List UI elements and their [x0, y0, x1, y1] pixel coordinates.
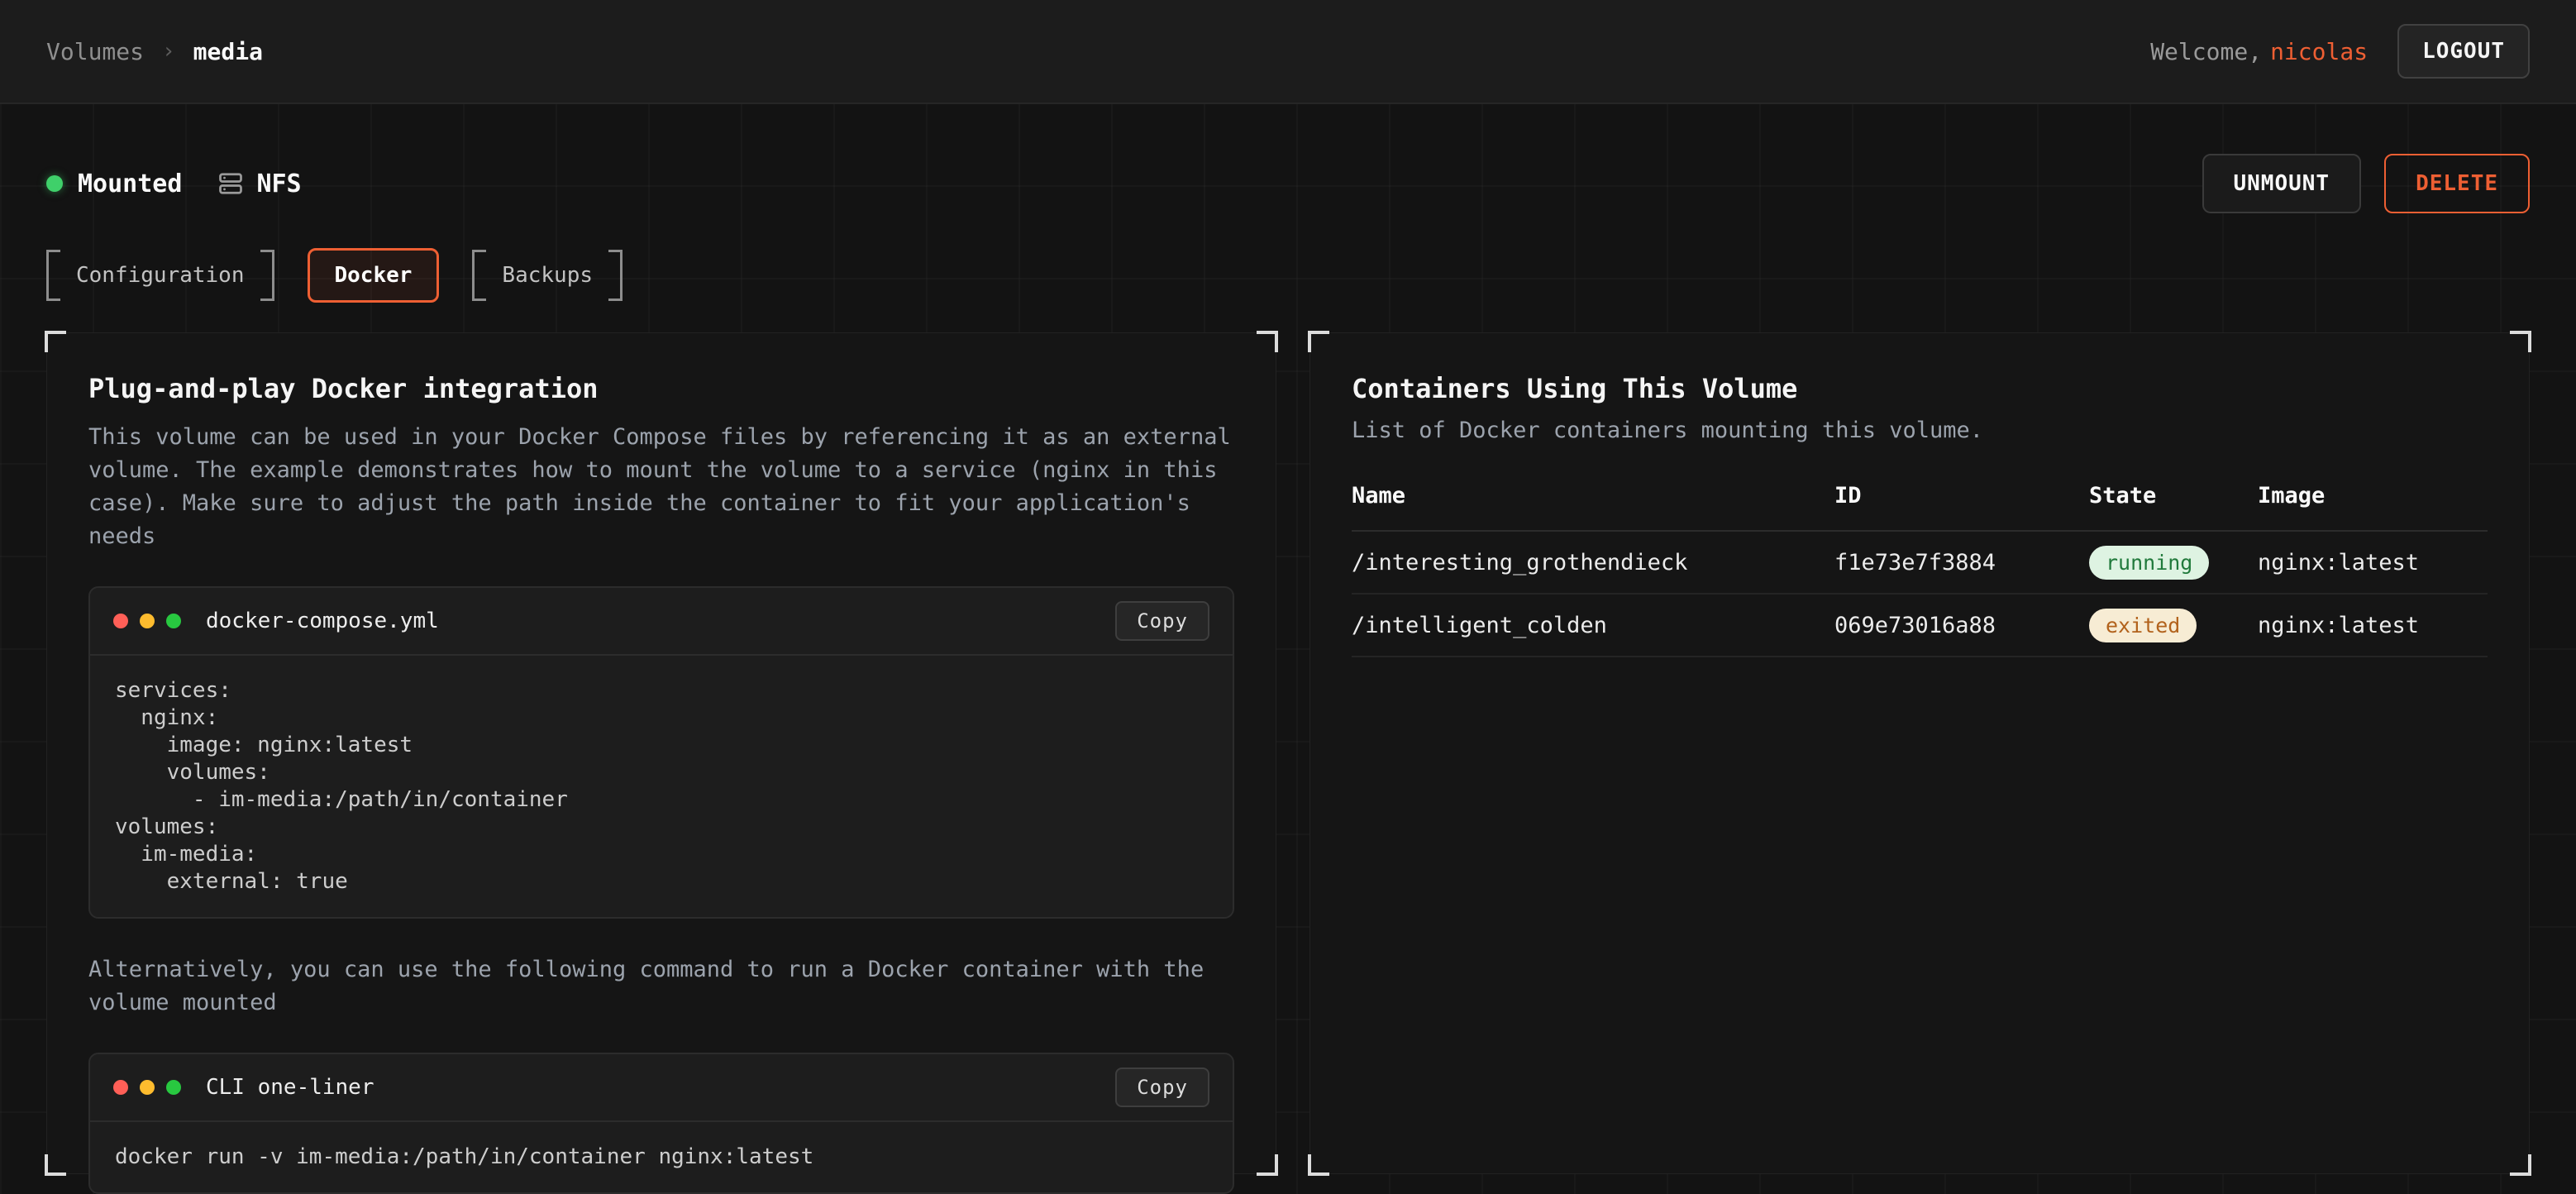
table-row: /interesting_grothendieck f1e73e7f3884 r… [1352, 532, 2488, 595]
window-dot-green-icon [166, 1080, 181, 1095]
compose-filename: docker-compose.yml [206, 609, 439, 633]
compose-copy-button[interactable]: Copy [1115, 601, 1209, 641]
window-dot-red-icon [113, 1080, 128, 1095]
window-dot-red-icon [113, 614, 128, 628]
window-dot-green-icon [166, 614, 181, 628]
nfs-label: NFS [256, 170, 301, 198]
compose-code-block: docker-compose.yml Copy services: nginx:… [88, 586, 1234, 919]
breadcrumb-current: media [193, 38, 263, 65]
docker-panel-description: This volume can be used in your Docker C… [88, 421, 1234, 553]
corner-bracket [2510, 1154, 2531, 1176]
container-id: f1e73e7f3884 [1834, 550, 2089, 576]
cli-code-block: CLI one-liner Copy docker run -v im-medi… [88, 1053, 1234, 1194]
volume-status-row: Mounted NFS UNMOUNT DELETE [46, 154, 2530, 213]
cli-intro-text: Alternatively, you can use the following… [88, 953, 1234, 1020]
docker-integration-panel: Plug-and-play Docker integration This vo… [46, 332, 1276, 1174]
compose-code-header: docker-compose.yml Copy [90, 588, 1233, 656]
column-header-state: State [2089, 483, 2258, 509]
containers-panel-subtitle: List of Docker containers mounting this … [1352, 418, 2488, 443]
container-image: nginx:latest [2258, 550, 2488, 576]
containers-table: Name ID State Image /interesting_grothen… [1352, 483, 2488, 657]
breadcrumb-separator-icon: › [162, 39, 175, 64]
table-row: /intelligent_colden 069e73016a88 exited … [1352, 595, 2488, 657]
container-image: nginx:latest [2258, 613, 2488, 638]
top-bar: Volumes › media Welcome, nicolas LOGOUT [0, 0, 2576, 104]
docker-panel-title: Plug-and-play Docker integration [88, 373, 1234, 404]
cli-code-header: CLI one-liner Copy [90, 1054, 1233, 1122]
compose-code: services: nginx: image: nginx:latest vol… [90, 656, 1233, 917]
volume-type: NFS [218, 170, 301, 198]
column-header-name: Name [1352, 483, 1834, 509]
cli-filename: CLI one-liner [206, 1075, 374, 1100]
tab-configuration[interactable]: Configuration [46, 250, 274, 301]
mounted-label: Mounted [78, 170, 182, 198]
column-header-image: Image [2258, 483, 2488, 509]
volume-status: Mounted NFS [46, 170, 302, 198]
volume-actions: UNMOUNT DELETE [2202, 154, 2531, 213]
containers-panel: Containers Using This Volume List of Doc… [1309, 332, 2530, 1174]
breadcrumb: Volumes › media [46, 38, 263, 65]
mounted-status-dot-icon [46, 175, 63, 192]
header-right: Welcome, nicolas LOGOUT [2150, 24, 2530, 79]
welcome-text: Welcome, nicolas [2150, 38, 2368, 65]
cli-code: docker run -v im-media:/path/in/containe… [90, 1122, 1233, 1192]
server-icon [218, 171, 243, 196]
unmount-button[interactable]: UNMOUNT [2202, 154, 2362, 213]
window-dot-yellow-icon [140, 614, 155, 628]
corner-bracket [1308, 331, 1329, 352]
tab-backups[interactable]: Backups [472, 250, 623, 301]
breadcrumb-volumes-link[interactable]: Volumes [46, 38, 144, 65]
corner-bracket [45, 1154, 66, 1176]
panels: Plug-and-play Docker integration This vo… [46, 332, 2530, 1174]
username: nicolas [2270, 38, 2368, 65]
container-id: 069e73016a88 [1834, 613, 2089, 638]
containers-panel-title: Containers Using This Volume [1352, 373, 2488, 404]
status-badge: running [2089, 546, 2209, 580]
corner-bracket [45, 331, 66, 352]
logout-button[interactable]: LOGOUT [2397, 24, 2530, 79]
corner-bracket [2510, 331, 2531, 352]
delete-button[interactable]: DELETE [2384, 154, 2530, 213]
cli-copy-button[interactable]: Copy [1115, 1067, 1209, 1107]
tab-bar: Configuration Docker Backups [46, 248, 2530, 303]
window-dot-yellow-icon [140, 1080, 155, 1095]
corner-bracket [1257, 1154, 1278, 1176]
column-header-id: ID [1834, 483, 2089, 509]
mounted-status: Mounted [46, 170, 182, 198]
tab-docker[interactable]: Docker [308, 248, 440, 303]
welcome-prefix: Welcome, [2150, 38, 2262, 65]
main-content: Mounted NFS UNMOUNT DELETE Configuration… [0, 154, 2576, 1174]
corner-bracket [1308, 1154, 1329, 1176]
corner-bracket [1257, 331, 1278, 352]
container-name: /intelligent_colden [1352, 613, 1834, 638]
container-name: /interesting_grothendieck [1352, 550, 1834, 576]
status-badge: exited [2089, 609, 2197, 642]
table-header-row: Name ID State Image [1352, 483, 2488, 532]
